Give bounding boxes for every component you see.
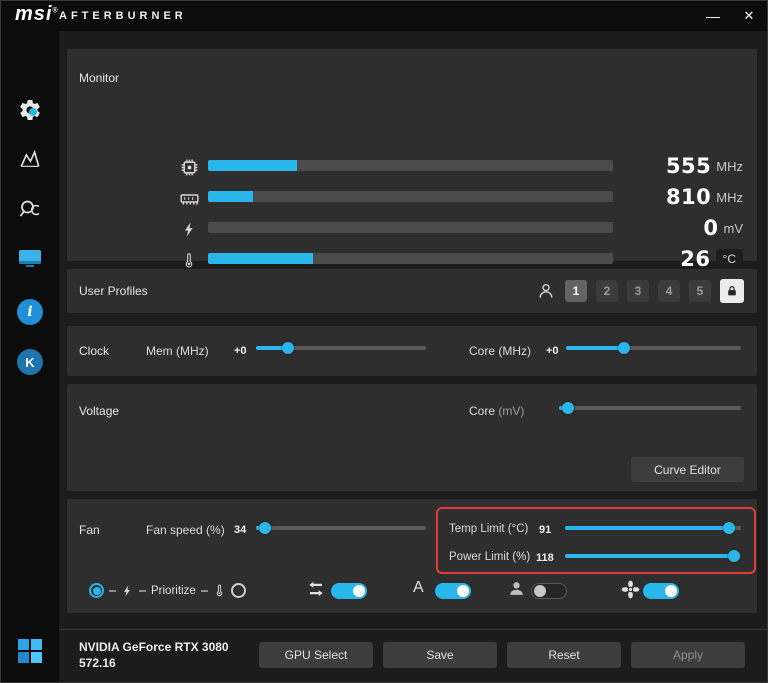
power-limit-label: Power Limit (%) [449, 551, 530, 563]
fan-auto-toggle[interactable] [643, 583, 679, 599]
memory-clock-row: 810MHz [67, 184, 757, 210]
titlebar: msi® AFTERBURNER — ✕ [1, 1, 768, 31]
apply-button[interactable]: Apply [631, 642, 745, 668]
core-voltage-slider[interactable] [559, 401, 741, 415]
profile-slot-4[interactable]: 4 [658, 280, 680, 302]
save-button[interactable]: Save [383, 642, 497, 668]
core-voltage-row: 0mV [67, 215, 757, 241]
bolt-icon [121, 583, 134, 599]
fan-speed-slider-handle[interactable] [259, 522, 271, 534]
core-voltage-value: 0mV [703, 215, 743, 241]
temp-unit-button[interactable]: °C [716, 249, 743, 269]
memory-clock-meter [208, 191, 613, 202]
power-priority-radio[interactable] [89, 583, 104, 598]
prioritize-label: Prioritize [151, 585, 196, 597]
clock-title: Clock [79, 344, 109, 358]
core-clock-value: 555MHz [666, 153, 743, 179]
kombustor-icon: K [17, 349, 43, 375]
power-limit-slider-handle[interactable] [728, 550, 740, 562]
gpu-name: NVIDIA GeForce RTX 3080 [79, 640, 229, 654]
sidebar-item-display[interactable] [14, 245, 46, 277]
core-voltage-label: Core (mV) [469, 404, 524, 418]
user-profiles-panel: User Profiles 1 2 3 4 5 [67, 269, 757, 313]
profile-lock-button[interactable] [720, 279, 744, 303]
monitor-icon [17, 247, 43, 276]
temp-limit-value: 91 [539, 524, 551, 536]
fan-speed-slider[interactable] [256, 521, 426, 535]
monitor-title: Monitor [79, 71, 119, 85]
windows-logo-icon [14, 635, 46, 667]
sidebar-item-info[interactable]: i [14, 296, 46, 328]
sidebar-item-kombustor[interactable]: K [14, 346, 46, 378]
auto-toggle[interactable] [435, 583, 471, 599]
user-icon [536, 281, 556, 301]
thermometer-small-icon [213, 582, 226, 599]
afterburner-window: msi® AFTERBURNER — ✕ i K Monitor [0, 0, 768, 683]
mem-clock-slider-handle[interactable] [282, 342, 294, 354]
mem-clock-offset: +0 [234, 345, 247, 357]
settings-active-dot [29, 108, 37, 116]
footer-divider [59, 629, 768, 630]
core-clock-slider-handle[interactable] [618, 342, 630, 354]
core-clock-slider[interactable] [566, 341, 741, 355]
profile-slot-5[interactable]: 5 [689, 280, 711, 302]
user-profiles-title: User Profiles [79, 284, 148, 298]
temperature-priority-radio[interactable] [231, 583, 246, 598]
memory-icon [177, 186, 201, 210]
oc-scanner-icon [18, 198, 42, 227]
fan-icon [621, 580, 640, 599]
driver-version: 572.16 [79, 656, 116, 670]
core-voltage-meter [208, 222, 613, 233]
app-title: AFTERBURNER [59, 10, 187, 22]
power-limit-slider[interactable] [565, 549, 741, 563]
lock-icon [725, 284, 739, 298]
voltage-bolt-icon [177, 217, 201, 241]
reset-button[interactable]: Reset [507, 642, 621, 668]
chart-icon [18, 148, 42, 175]
auto-icon: A [413, 579, 424, 597]
core-voltage-slider-handle[interactable] [562, 402, 574, 414]
temp-limit-label: Temp Limit (°C) [449, 523, 528, 535]
core-clock-row: 555MHz [67, 153, 757, 179]
minimize-button[interactable]: — [697, 1, 729, 31]
profile-slot-1[interactable]: 1 [565, 280, 587, 302]
sidebar-item-hardware-monitor[interactable] [14, 145, 46, 177]
fan-panel: Fan Fan speed (%) 34 Temp Limit (°C) 91 … [67, 499, 757, 613]
temp-limit-slider-handle[interactable] [723, 522, 735, 534]
close-button[interactable]: ✕ [733, 1, 765, 31]
curve-editor-button[interactable]: Curve Editor [631, 457, 744, 482]
sync-arrows-icon [305, 580, 327, 598]
fan-speed-value: 34 [234, 524, 246, 536]
gpu-chip-icon [177, 155, 201, 179]
sync-toggle[interactable] [331, 583, 367, 599]
user-fan-icon [507, 579, 526, 598]
profile-slot-cluster: 1 2 3 4 5 [536, 279, 744, 303]
clock-panel: Clock Mem (MHz) +0 Core (MHz) +0 [67, 326, 757, 376]
fan-speed-label: Fan speed (%) [146, 523, 225, 537]
core-clock-meter [208, 160, 613, 171]
mem-clock-slider[interactable] [256, 341, 426, 355]
profile-slot-2[interactable]: 2 [596, 280, 618, 302]
prioritize-group: Prioritize [89, 582, 246, 599]
gpu-select-button[interactable]: GPU Select [259, 642, 373, 668]
voltage-panel: Voltage Core (mV) Curve Editor [67, 384, 757, 491]
user-defined-fan-toggle[interactable] [531, 583, 567, 599]
profile-slot-3[interactable]: 3 [627, 280, 649, 302]
voltage-title: Voltage [79, 404, 119, 418]
power-limit-value: 118 [536, 552, 554, 564]
core-clock-offset: +0 [546, 345, 559, 357]
highlight-box: Temp Limit (°C) 91 Power Limit (%) 118 [436, 507, 756, 574]
fan-title: Fan [79, 523, 100, 537]
sidebar-item-oc-scanner[interactable] [14, 196, 46, 228]
core-clock-label: Core (MHz) [469, 344, 531, 358]
temp-limit-slider[interactable] [565, 521, 741, 535]
gpu-temperature-meter [208, 253, 613, 264]
mem-clock-label: Mem (MHz) [146, 344, 209, 358]
monitor-panel: Monitor 555MHz 810MHz 0mV [67, 49, 757, 261]
memory-clock-value: 810MHz [666, 184, 743, 210]
sidebar-item-settings[interactable] [14, 96, 46, 128]
info-icon: i [17, 299, 43, 325]
msi-logo: msi® [15, 3, 59, 26]
